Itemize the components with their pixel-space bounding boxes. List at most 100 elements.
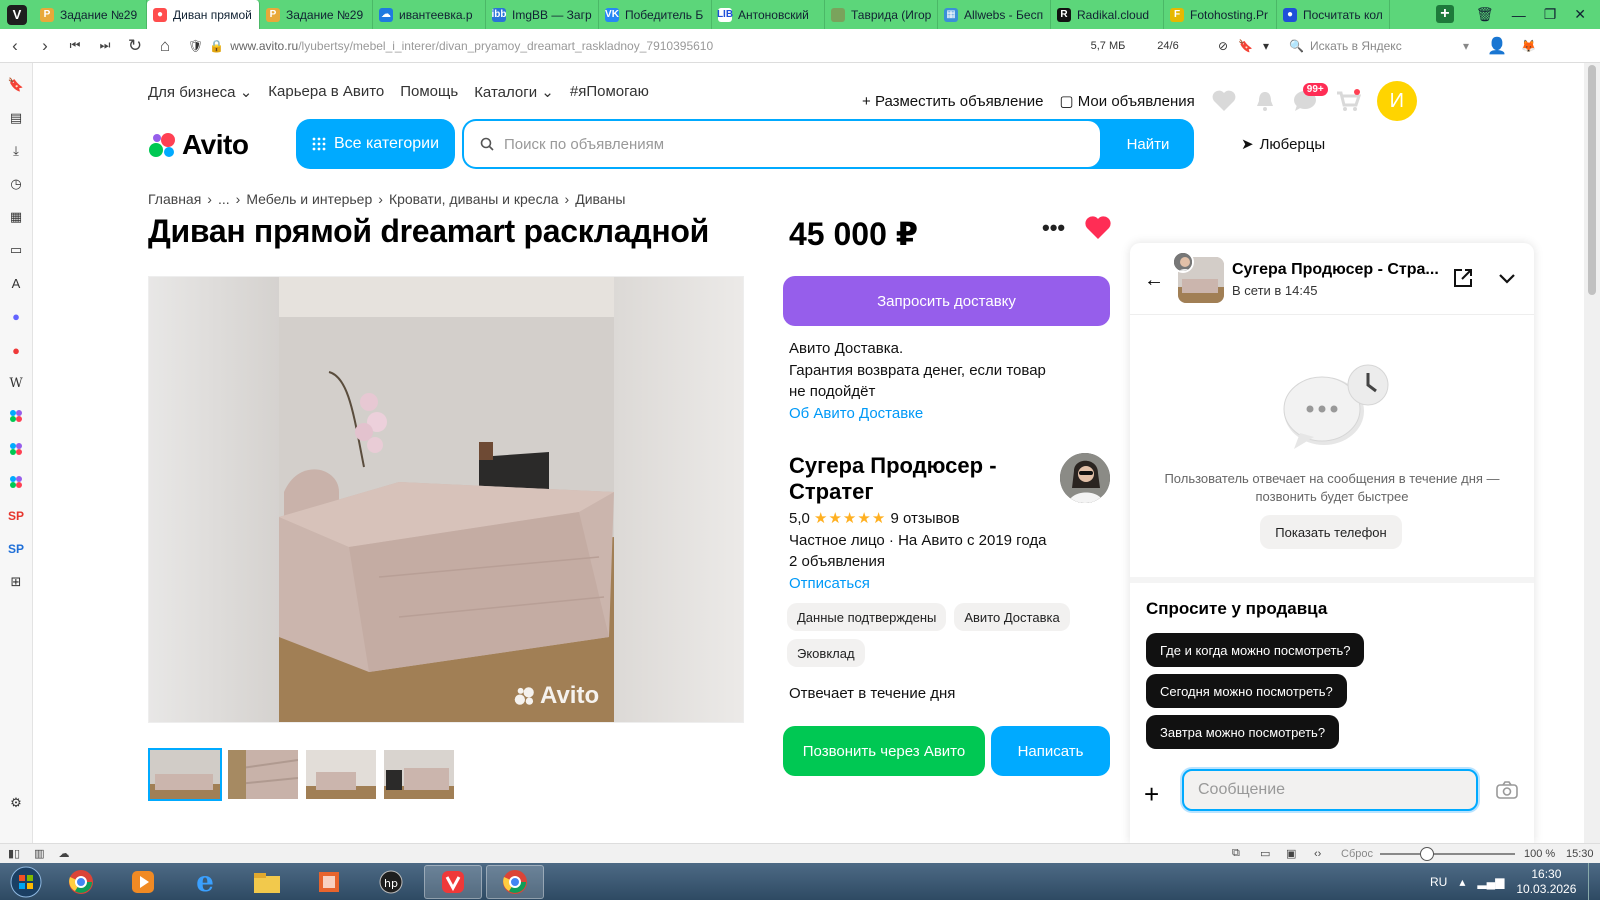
breadcrumb-item[interactable]: Диваны <box>575 191 625 207</box>
sp-panel-icon[interactable]: SP <box>6 539 26 559</box>
plus-icon[interactable]: + <box>1144 779 1159 810</box>
avito-logo[interactable]: Avito <box>148 129 249 161</box>
avito-panel-icon[interactable] <box>6 439 26 459</box>
vivaldi-menu-button[interactable]: V <box>0 0 34 29</box>
avito-panel-icon[interactable] <box>6 472 26 492</box>
language-indicator[interactable]: RU <box>1430 875 1447 889</box>
notifications-bell-icon[interactable] <box>1253 89 1277 113</box>
write-button[interactable]: Написать <box>991 726 1110 776</box>
post-ad-link[interactable]: + Разместить объявление <box>862 93 1043 110</box>
system-clock[interactable]: 16:30 10.03.2026 <box>1516 867 1576 897</box>
cart-icon[interactable] <box>1335 89 1361 113</box>
home-button[interactable]: ⌂ <box>150 36 180 56</box>
browser-tab[interactable]: R Radikal.cloud <box>1051 0 1164 29</box>
bookmark-icon[interactable]: 🔖 <box>1238 39 1253 53</box>
reviews-link[interactable]: 9 отзывов <box>890 510 959 527</box>
window-panel-icon[interactable]: ▭ <box>6 240 26 260</box>
fast-forward-button[interactable]: ⏭ <box>90 38 120 53</box>
blocker-icon[interactable]: ⊘ <box>1218 39 1228 53</box>
page-scrollbar[interactable] <box>1584 63 1600 843</box>
forward-button[interactable]: › <box>30 36 60 56</box>
about-delivery-link[interactable]: Об Авито Доставке <box>789 403 1089 425</box>
add-panel-icon[interactable]: ⊞ <box>6 572 26 592</box>
code-icon[interactable]: ‹› <box>1314 848 1321 860</box>
maximize-button[interactable]: ❐ <box>1544 6 1557 23</box>
browser-tab[interactable]: F Fotohosting.Pr <box>1164 0 1277 29</box>
start-button[interactable] <box>4 864 48 900</box>
reload-button[interactable]: ↻ <box>120 36 150 56</box>
browser-tab[interactable]: LIB Антоновский <box>712 0 825 29</box>
unsubscribe-link[interactable]: Отписаться <box>789 573 1046 595</box>
settings-gear-icon[interactable]: ⚙ <box>6 793 26 813</box>
breadcrumb-item[interactable]: ... <box>218 191 230 207</box>
minimize-button[interactable]: — <box>1512 7 1526 23</box>
panel-toggle-icon[interactable]: ▮▯ <box>8 847 20 860</box>
show-phone-button[interactable]: Показать телефон <box>1260 515 1402 549</box>
user-avatar[interactable]: И <box>1376 81 1417 121</box>
thumbnail-2[interactable] <box>226 748 300 801</box>
browser-tab[interactable]: ▦ Allwebs - Бесп <box>938 0 1051 29</box>
url-field[interactable]: 🛡 🔒 www.avito.ru/lyubertsy/mebel_i_inter… <box>188 39 1078 53</box>
translate-icon[interactable]: A <box>6 273 26 293</box>
profile-icon[interactable]: 👤 <box>1487 36 1507 56</box>
network-signal-icon[interactable]: ▂▄▆ <box>1477 875 1504 889</box>
taskbar-explorer-icon[interactable] <box>238 865 296 899</box>
back-button[interactable]: ‹ <box>0 36 30 56</box>
browser-tab[interactable]: ● Диван прямой <box>147 0 260 29</box>
taskbar-ie-icon[interactable]: e <box>176 865 234 899</box>
mastodon-icon[interactable]: ● <box>6 306 26 326</box>
thumbnail-1[interactable] <box>148 748 222 801</box>
taskbar-office-icon[interactable] <box>300 865 358 899</box>
close-window-button[interactable]: ✕ <box>1574 6 1586 23</box>
taskbar-hp-icon[interactable]: hp <box>362 865 420 899</box>
seller-ads-count[interactable]: 2 объявления <box>789 551 1046 573</box>
breadcrumb-item[interactable]: Мебель и интерьер <box>246 191 372 207</box>
catalogs-link[interactable]: Каталоги ⌄ <box>474 83 554 101</box>
scrollbar-thumb[interactable] <box>1588 65 1596 295</box>
rewind-button[interactable]: ⏮ <box>60 38 90 53</box>
camera-icon[interactable] <box>1496 781 1518 804</box>
capture-icon[interactable]: ⧉ <box>1232 847 1240 860</box>
zoom-slider-knob[interactable] <box>1420 847 1435 861</box>
tile-icon[interactable]: ▥ <box>34 847 44 860</box>
browser-tab[interactable]: Таврида (Игор <box>825 0 938 29</box>
window-icon[interactable]: ▭ <box>1260 847 1270 860</box>
downloads-icon[interactable]: ⤓ <box>6 141 26 161</box>
tray-arrow-icon[interactable]: ▴ <box>1459 875 1465 889</box>
history-icon[interactable]: ◷ <box>6 174 26 194</box>
browser-tab[interactable]: ibb ImgBB — Загр <box>486 0 599 29</box>
notes-icon[interactable]: ▦ <box>6 207 26 227</box>
extension-icon[interactable]: 🦊 <box>1521 39 1536 53</box>
message-input[interactable]: Сообщение <box>1182 769 1478 811</box>
thumbnail-4[interactable] <box>382 748 456 801</box>
find-button[interactable]: Найти <box>1102 119 1194 169</box>
chevron-down-icon[interactable] <box>1496 267 1518 294</box>
browser-tab[interactable]: ● Посчитать кол <box>1277 0 1390 29</box>
trash-icon[interactable]: 🗑 <box>1476 6 1494 23</box>
help-link[interactable]: Помощь <box>400 83 458 101</box>
ya-pomogayu-link[interactable]: #яПомогаю <box>570 83 649 101</box>
breadcrumb-item[interactable]: Кровати, диваны и кресла <box>389 191 559 207</box>
avito-panel-icon[interactable] <box>6 406 26 426</box>
zoom-reset[interactable]: Сброс <box>1341 848 1373 860</box>
career-link[interactable]: Карьера в Авито <box>268 83 384 101</box>
zoom-slider[interactable] <box>1380 853 1515 855</box>
quick-question[interactable]: Где и когда можно посмотреть? <box>1146 633 1365 667</box>
request-delivery-button[interactable]: Запросить доставку <box>783 276 1110 326</box>
browser-tab[interactable]: VK Победитель Б <box>599 0 712 29</box>
badge-chip[interactable]: Данные подтверждены <box>787 603 947 631</box>
seller-avatar[interactable] <box>1060 453 1110 503</box>
wikipedia-icon[interactable]: W <box>6 373 26 393</box>
dropdown-icon[interactable]: ▾ <box>1263 39 1269 53</box>
call-via-avito-button[interactable]: Позвонить через Авито <box>783 726 985 776</box>
search-input[interactable]: Поиск по объявлениям <box>464 121 1100 167</box>
taskbar-chrome-icon[interactable] <box>52 865 110 899</box>
badge-chip[interactable]: Авито Доставка <box>954 603 1070 631</box>
breadcrumb-item[interactable]: Главная <box>148 191 201 207</box>
my-ads-link[interactable]: ▢ Мои объявления <box>1059 92 1194 110</box>
main-photo[interactable]: Avito <box>148 276 744 723</box>
image-icon[interactable]: ▣ <box>1286 847 1296 860</box>
favorite-heart-icon[interactable] <box>1084 215 1112 246</box>
bookmarks-panel-icon[interactable]: 🔖 <box>6 75 26 95</box>
taskbar-vivaldi-icon[interactable] <box>424 864 482 899</box>
